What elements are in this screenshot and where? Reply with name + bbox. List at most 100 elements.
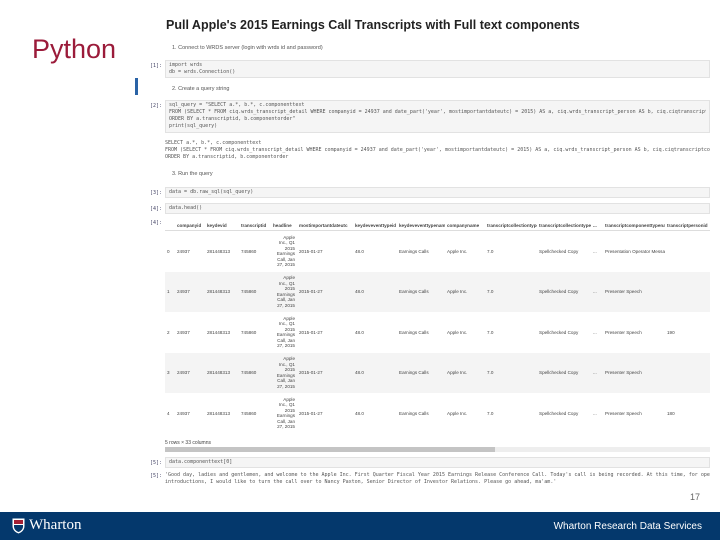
table-cell-typeid: 48.0 [355, 410, 364, 416]
table-row: 2 24937 281448313 745860 Apple Inc., Q1 2015 Ea… [165, 312, 710, 353]
code-cell-4[interactable]: data.head() [165, 203, 710, 214]
code-cell-3[interactable]: data = db.raw_sql(sql_query) [165, 187, 710, 198]
table-cell-collid: 7.0 [485, 271, 537, 312]
table-cell-transcriptid: 745860 [241, 410, 257, 416]
column-header: companyid [175, 220, 205, 231]
table-cell-ellipsis: ... [593, 410, 597, 416]
table-cell-typename: Earnings Calls [397, 352, 445, 393]
table-cell-transcriptid: 745860 [241, 329, 257, 335]
row-count: 5 rows × 33 columns [165, 440, 211, 446]
page-number: 17 [690, 492, 701, 502]
column-header: ... [591, 220, 603, 231]
table-cell-compname: Presenter Speech [605, 329, 642, 335]
table-cell-keydevid: 281448313 [207, 248, 230, 254]
table-cell-ellipsis: ... [591, 271, 603, 312]
notebook-screenshot: Pull Apple's 2015 Earnings Call Transcri… [146, 10, 712, 488]
column-header: keydevid [205, 220, 239, 231]
cell-4-prompt: [4]: [149, 206, 162, 212]
column-header [165, 220, 175, 231]
horizontal-scrollbar[interactable] [165, 447, 710, 452]
table-cell-transcriptid: 745860 [239, 352, 271, 393]
column-header: headline [271, 220, 297, 231]
table-cell-transcriptid: 745860 [241, 248, 257, 254]
headline-line: Call, Jan [277, 297, 295, 303]
table-cell-personid [665, 271, 710, 312]
table-cell-typename: Earnings Calls [399, 329, 429, 335]
code-line: ORDER BY a.transcriptid, b.componentorde… [169, 116, 296, 122]
table-cell-idx: 4 [167, 410, 170, 416]
query-output-line: SELECT a.*, b.*, c.componenttext [165, 140, 262, 146]
step-1-label: 1. Connect to WRDS server (login with wr… [172, 45, 323, 51]
table-cell-compname: Presenter Speech [603, 271, 665, 312]
code-line: sql_query = "SELECT a.*, b.*, c.componen… [169, 102, 305, 108]
table-cell-companyid: 24937 [177, 410, 190, 416]
query-output-line: FROM (SELECT * FROM ciq.wrds_transcript_… [165, 147, 710, 153]
table-cell-collname: Spellchecked Copy [537, 271, 591, 312]
table-cell-personid: 190 [667, 329, 675, 335]
code-cell-5[interactable]: data.componenttext[0] [165, 457, 710, 468]
query-output-line: ORDER BY a.transcriptid, b.componentorde… [165, 154, 289, 160]
table-cell-companyid: 24937 [177, 329, 190, 335]
table-row: 4 24937 281448313 745860 Apple Inc., Q1 2015 Ea… [165, 393, 710, 434]
table-cell-date: 2015-01-27 [299, 329, 323, 335]
table-cell-idx: 3 [165, 352, 175, 393]
table-cell-compname: Presentation Operator Message [605, 248, 665, 254]
column-header: companyname [445, 220, 485, 231]
table-cell-ellipsis: ... [593, 329, 597, 335]
column-header: transcriptcollectiontypename [537, 220, 591, 231]
headline-line: Earnings [276, 251, 295, 257]
footer-org-name: Wharton Research Data Services [553, 521, 702, 532]
table-cell-collname: Spellchecked Copy [539, 248, 579, 254]
code-line: import wrds [169, 62, 203, 68]
table-cell-collname: Spellchecked Copy [539, 410, 579, 416]
table-cell-keydevid: 281448313 [205, 271, 239, 312]
column-header: keydeveventtypeid [353, 220, 397, 231]
headline-line: 27, 2015 [277, 424, 295, 430]
headline-line: Call, Jan [277, 378, 295, 384]
table-cell-headline: Apple Inc., Q1 2015 Earnings Call, Jan 27, 20… [271, 231, 297, 272]
code-line: print(sql_query) [169, 123, 218, 129]
code-line: FROM (SELECT * FROM ciq.wrds_transcript_… [169, 109, 706, 115]
code-cell-2[interactable]: sql_query = "SELECT a.*, b.*, c.componen… [165, 100, 710, 133]
table-cell-companyname: Apple Inc. [445, 271, 485, 312]
notebook-title: Pull Apple's 2015 Earnings Call Transcri… [166, 18, 580, 32]
code-line: data.componenttext[0] [169, 459, 233, 465]
table-cell-companyid: 24937 [175, 352, 205, 393]
table-cell-date: 2015-01-27 [297, 352, 353, 393]
headline-line: 27, 2015 [277, 383, 295, 389]
table-cell-collid: 7.0 [485, 352, 537, 393]
table-cell-date: 2015-01-27 [297, 271, 353, 312]
table-cell-personid [665, 231, 710, 272]
table-cell-compname: Presenter Speech [605, 410, 642, 416]
table-cell-keydevid: 281448313 [205, 352, 239, 393]
column-header: keydeveventtypename [397, 220, 445, 231]
table-cell-idx: 1 [165, 271, 175, 312]
table-cell-typename: Earnings Calls [399, 248, 429, 254]
headline-line: 27, 2015 [277, 343, 295, 349]
scrollbar-thumb[interactable] [165, 447, 495, 452]
table-cell-personid [665, 352, 710, 393]
headline-line: Earnings [276, 413, 295, 419]
table-cell-idx: 2 [167, 329, 170, 335]
wharton-logo-text: Wharton [29, 517, 82, 533]
table-cell-headline: Apple Inc., Q1 2015 Earnings Call, Jan 27, 20… [271, 393, 297, 434]
table-cell-typeid: 48.0 [353, 271, 397, 312]
table-cell-date: 2015-01-27 [299, 410, 323, 416]
table-cell-companyname: Apple Inc. [447, 248, 468, 254]
code-cell-1[interactable]: import wrds db = wrds.Connection() [165, 60, 710, 78]
cell-2-prompt: [2]: [149, 103, 162, 109]
cell-1-prompt: [1]: [149, 63, 162, 69]
table-cell-companyid: 24937 [175, 271, 205, 312]
step-2-label: 2. Create a query string [172, 86, 230, 92]
shield-icon [12, 518, 25, 533]
column-header: transcriptpersonid [665, 220, 710, 231]
table-cell-headline: Apple Inc., Q1 2015 Earnings Call, Jan 27, 20… [271, 312, 297, 353]
final-output-line: introductions, I would like to turn the … [165, 479, 557, 485]
dataframe-table: companyid keydevid transcriptid headline… [165, 220, 710, 434]
table-cell-companyname: Apple Inc. [447, 329, 468, 335]
table-cell-typeid: 48.0 [355, 248, 364, 254]
table-cell-idx: 0 [167, 248, 170, 254]
table-row: 0 24937 281448313 745860 Apple Inc., Q1 2015 Ea… [165, 231, 710, 272]
table-cell-collname: Spellchecked Copy [539, 329, 579, 335]
table-cell-ellipsis: ... [591, 352, 603, 393]
